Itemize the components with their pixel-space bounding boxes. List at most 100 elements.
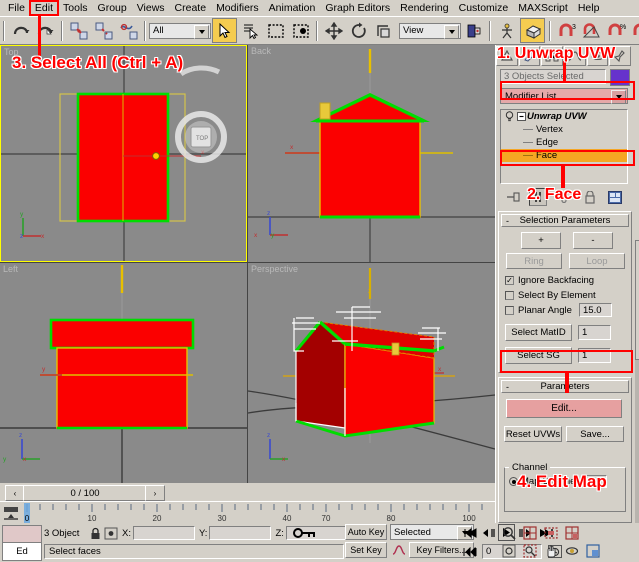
collapse-icon[interactable]: - — [506, 216, 509, 226]
chevron-down-icon[interactable] — [444, 25, 459, 39]
open-mini-curve-editor-icon[interactable] — [2, 504, 20, 522]
viewport-left[interactable]: Left y z — [0, 263, 247, 483]
snap-3d-icon[interactable]: 3 — [555, 19, 578, 42]
select-sg-button[interactable]: Select SG — [505, 347, 572, 364]
pan-view-icon[interactable] — [541, 543, 560, 559]
ignore-backfacing-row[interactable]: ✓ Ignore Backfacing — [505, 274, 594, 287]
coordinate-system-combo[interactable]: View — [399, 23, 461, 39]
x-field[interactable] — [133, 526, 195, 540]
arc-rotate-icon[interactable] — [562, 543, 581, 559]
chevron-down-icon[interactable] — [611, 90, 626, 104]
maximize-viewport-icon[interactable] — [583, 543, 602, 559]
remove-modifier-icon[interactable] — [581, 188, 599, 206]
menu-graph-editors[interactable]: Graph Editors — [320, 1, 395, 15]
checkbox-icon[interactable] — [505, 306, 514, 315]
select-sg-field[interactable]: 1 — [578, 348, 611, 363]
select-and-scale-icon[interactable] — [372, 19, 395, 42]
edit-uvw-button[interactable]: Edit... — [506, 399, 622, 418]
zoom-extents-all-icon[interactable] — [562, 525, 581, 541]
auto-key-button[interactable]: Auto Key — [345, 524, 387, 540]
select-and-move-icon[interactable] — [322, 19, 345, 42]
menu-animation[interactable]: Animation — [264, 1, 321, 15]
absolute-relative-transform-icon[interactable] — [102, 527, 120, 540]
loop-button[interactable]: Loop — [569, 253, 625, 269]
window-crossing-icon[interactable] — [289, 19, 312, 42]
select-by-name-icon[interactable] — [239, 19, 262, 42]
menu-views[interactable]: Views — [132, 1, 170, 15]
menu-customize[interactable]: Customize — [454, 1, 514, 15]
select-and-rotate-icon[interactable] — [347, 19, 370, 42]
time-prev-arrow[interactable]: ‹ — [5, 485, 25, 501]
object-name-field[interactable]: 3 Objects Selected — [500, 69, 606, 84]
checkbox-checked-icon[interactable]: ✓ — [505, 276, 514, 285]
stack-item-face[interactable]: Face — [501, 149, 627, 162]
menu-rendering[interactable]: Rendering — [395, 1, 453, 15]
time-next-arrow[interactable]: › — [145, 485, 165, 501]
checkbox-icon[interactable] — [505, 291, 514, 300]
save-uvws-button[interactable]: Save... — [566, 426, 624, 442]
stack-item-unwrap-uvw[interactable]: Unwrap UVW — [501, 110, 627, 123]
select-by-element-row[interactable]: Select By Element — [505, 289, 596, 302]
go-to-start-icon[interactable] — [462, 525, 478, 540]
menu-maxscript[interactable]: MAXScript — [513, 1, 573, 15]
menu-create[interactable]: Create — [170, 1, 212, 15]
viewport-perspective[interactable]: Perspective z x — [248, 263, 495, 483]
viewport-top[interactable]: Top x y — [0, 45, 247, 262]
menu-modifiers[interactable]: Modifiers — [211, 1, 264, 15]
selection-filter-combo[interactable]: All — [149, 23, 211, 39]
mini-listener-swatch[interactable] — [2, 525, 42, 543]
pin-stack-icon[interactable] — [504, 188, 522, 206]
y-field[interactable] — [209, 526, 271, 540]
snaps-toggle-icon[interactable] — [520, 18, 545, 43]
undo-icon[interactable] — [9, 19, 32, 42]
select-matid-field[interactable]: 1 — [578, 325, 611, 340]
unlink-icon[interactable] — [92, 19, 115, 42]
key-mode-toggle-icon[interactable] — [462, 544, 478, 559]
zoom-all-icon[interactable] — [520, 525, 539, 541]
modifier-list-dropdown[interactable]: Modifier List — [500, 88, 628, 104]
percent-snap-icon[interactable]: % — [605, 19, 628, 42]
track-bar[interactable]: 102030 405060 70 0 708090 — [0, 501, 495, 524]
menu-edit[interactable]: Edit — [30, 1, 58, 15]
planar-angle-row[interactable]: Planar Angle — [505, 304, 572, 317]
stack-item-edge[interactable]: Edge — [501, 136, 627, 149]
select-object-icon[interactable] — [212, 18, 237, 43]
collapse-icon[interactable]: - — [506, 382, 509, 392]
use-pivot-center-icon[interactable] — [462, 19, 485, 42]
reset-uvws-button[interactable]: Reset UVWs — [504, 426, 562, 442]
select-and-manipulate-icon[interactable] — [495, 19, 518, 42]
previous-frame-icon[interactable] — [480, 525, 496, 540]
menu-tools[interactable]: Tools — [58, 1, 93, 15]
region-zoom-icon[interactable] — [520, 543, 539, 559]
set-key-filters-toggle-icon[interactable] — [390, 542, 407, 558]
field-of-view-icon[interactable] — [499, 543, 518, 559]
set-key-button[interactable]: Set Key — [345, 542, 387, 558]
shrink-selection-button[interactable]: - — [573, 232, 613, 249]
menu-help[interactable]: Help — [573, 1, 605, 15]
bind-space-warp-icon[interactable] — [117, 19, 140, 42]
object-color-swatch[interactable] — [610, 69, 630, 86]
zoom-icon[interactable] — [499, 525, 518, 541]
menu-file[interactable]: File — [3, 1, 30, 15]
zoom-extents-icon[interactable] — [541, 525, 560, 541]
collapse-toggle-icon[interactable] — [515, 112, 527, 121]
rectangular-region-icon[interactable] — [264, 19, 287, 42]
command-panel-scrollbar-thumb[interactable] — [635, 240, 639, 360]
stack-item-vertex[interactable]: Vertex — [501, 123, 627, 136]
track-bar-ruler-end[interactable]: 100 — [440, 502, 495, 524]
chevron-down-icon[interactable] — [194, 25, 209, 39]
select-matid-button[interactable]: Select MatID — [505, 324, 572, 341]
lock-selection-icon[interactable] — [88, 527, 102, 540]
time-slider-handle[interactable]: 0 / 100 — [23, 485, 147, 501]
select-link-icon[interactable] — [67, 19, 90, 42]
planar-angle-field[interactable]: 15.0 — [579, 303, 612, 317]
configure-modifier-sets-icon[interactable] — [606, 188, 624, 206]
rollout-header-selection-parameters[interactable]: - Selection Parameters — [501, 214, 629, 227]
menu-group[interactable]: Group — [93, 1, 132, 15]
viewport-back[interactable]: Back x — [248, 45, 495, 262]
spinner-snap-icon[interactable] — [630, 19, 639, 42]
angle-snap-icon[interactable] — [580, 19, 603, 42]
light-bulb-icon[interactable] — [503, 111, 515, 122]
ring-button[interactable]: Ring — [506, 253, 562, 269]
grow-selection-button[interactable]: + — [521, 232, 561, 249]
